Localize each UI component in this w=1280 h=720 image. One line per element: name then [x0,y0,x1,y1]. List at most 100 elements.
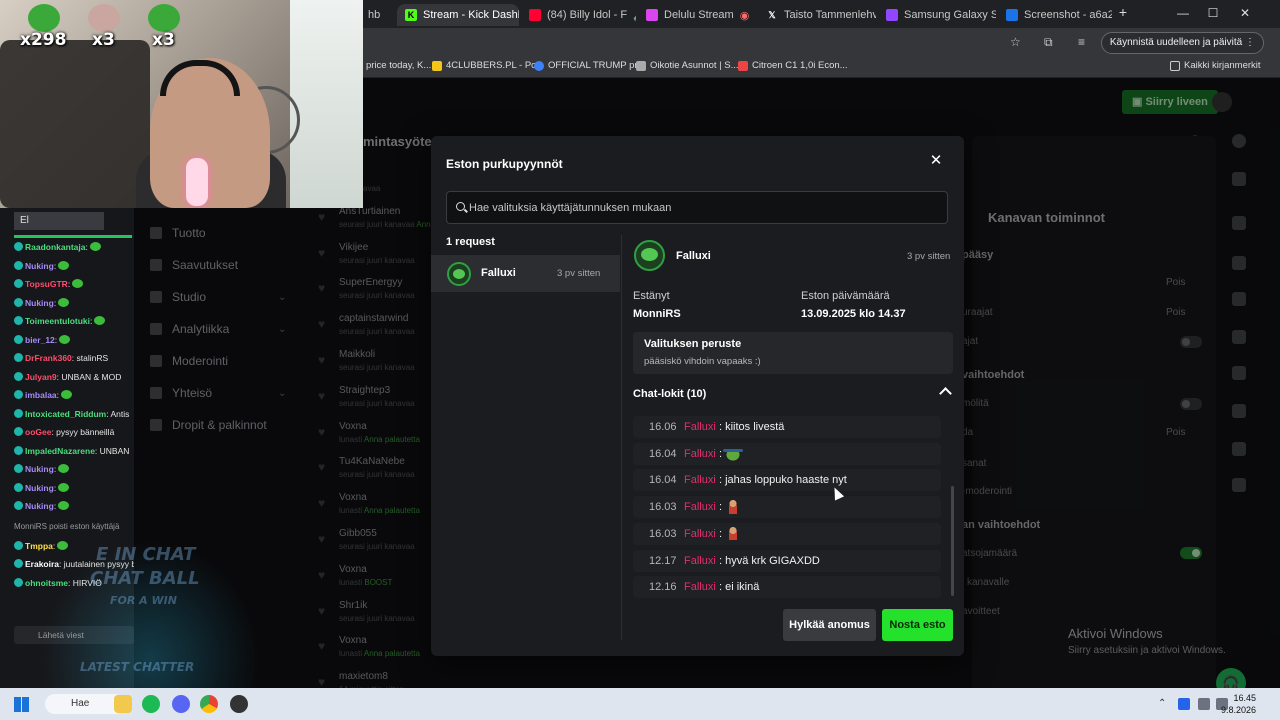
bookmark-label: 4CLUBBERS.PL - Po... [446,60,545,71]
tab-samsung[interactable]: Samsung Galaxy S2 ✕ [878,4,996,26]
tab-kick-dashboard[interactable]: K Stream - Kick Dashb ✕ [397,4,519,26]
chat-message: Raadonkantaja: [14,242,101,252]
chat-username[interactable]: Intoxicated_Riddum [25,409,106,419]
chat-header: El [14,212,104,230]
chat-username[interactable]: Nuking [25,464,54,474]
chat-username[interactable]: ooGee [25,427,51,437]
pepe-badge-icon [148,4,180,32]
webcam-stat: x3 [92,30,115,50]
chatlog-username[interactable]: Falluxi [684,555,716,567]
bookmark-item[interactable]: OFFICIAL TRUMP pr... [534,60,645,71]
chatlog-username[interactable]: Falluxi [684,581,716,593]
new-tab-button[interactable]: + [1108,4,1138,20]
all-bookmarks[interactable]: Kaikki kirjanmerkit [1170,60,1261,71]
chatlog-row: 16.06 Falluxi: kiitos livestä [633,416,941,438]
file-explorer-icon[interactable] [114,695,132,713]
clock-time: 16.45 [1233,693,1256,703]
webcam-overlay: x298 x3 x3 [0,0,363,208]
chat-username[interactable]: Nuking [25,483,54,493]
chatlog-time: 12.16 [649,581,677,594]
search-input[interactable] [469,192,939,223]
chat-system-message: MonniRS poisti eston käyttäjä [14,521,120,531]
detail-time: 3 pv sitten [907,251,951,262]
chat-message: Nuking: [14,501,70,511]
bookmark-star-icon[interactable]: ☆ [1010,35,1021,49]
taskbar-search[interactable]: Hae [45,694,125,714]
chrome-icon[interactable] [200,695,218,713]
discord-icon[interactable] [172,695,190,713]
tab-title: (84) Billy Idol - F [547,9,628,21]
minimize-button[interactable]: — [1168,6,1198,20]
user-badge-icon [14,501,23,510]
pepe-emote-icon [72,279,84,288]
chat-message: Nuking: [14,260,70,271]
close-icon[interactable]: ✕ [929,153,943,168]
chat-username[interactable]: Toimeentulotuki [25,316,90,326]
tab-youtube[interactable]: (84) Billy Idol - F 🔊 ✕ [521,4,636,26]
chevron-up-icon[interactable] [939,387,952,400]
tab-x[interactable]: 𝕏 Taisto Tammenlehvä ✕ [758,4,876,26]
avatar [447,262,471,286]
tab-delulu[interactable]: Delulu Stream ◉ ✕ [638,4,756,26]
chatlog-username[interactable]: Falluxi [684,421,716,433]
tab-close-icon[interactable]: ✕ [755,10,756,21]
tray-chevron-icon[interactable]: ⌃ [1158,698,1170,710]
extensions-icon[interactable]: ⧉ [1044,35,1053,50]
chat-username[interactable]: Raadonkantaja [25,242,85,252]
taskbar-clock[interactable]: 16.45 9.8.2026 [1221,692,1256,716]
delulu-icon [646,9,658,21]
close-window-button[interactable]: ✕ [1230,6,1260,20]
bookmark-item[interactable]: Oikotie Asunnot | S... [636,60,739,71]
chat-username[interactable]: bier_12 [25,335,55,345]
chat-username[interactable]: Nuking [25,261,54,271]
unban-button[interactable]: Nosta esto [882,609,953,641]
user-badge-icon [14,559,23,568]
tab-partial[interactable]: hb [360,4,394,26]
network-icon[interactable] [1198,698,1210,710]
chatlog-username[interactable]: Falluxi [684,474,716,486]
bookmark-item[interactable]: Citroen C1 1,0i Econ... [738,60,848,71]
microphone-icon[interactable] [1178,698,1190,710]
chat-message: Intoxicated_Riddum: Antis [14,408,129,419]
request-list-item[interactable]: Falluxi 3 pv sitten [431,255,620,292]
chatlog-username[interactable]: Falluxi [684,528,716,540]
chatlog-title: Chat-lokit (10) [633,388,707,400]
chat-username[interactable]: TopsuGTR [25,279,68,289]
tab-title: Taisto Tammenlehvä [784,9,876,21]
windows-start-icon[interactable] [14,697,29,712]
microphone-icon [186,158,208,206]
chatlog-username[interactable]: Falluxi [684,448,716,460]
search-icon [456,202,465,211]
overlay-text: FOR A WIN [110,594,177,607]
chat-username[interactable]: Nuking [25,501,54,511]
plinko-overlay: E IN CHAT CHAT BALL FOR A WIN LATEST CHA… [40,540,260,690]
chatlog-time: 16.04 [649,447,677,460]
tab-title: Samsung Galaxy S2 [904,9,996,21]
chatlog-time: 16.03 [649,501,677,514]
chat-username[interactable]: Julyan9 [25,372,57,382]
chat-username[interactable]: imbalaa [25,390,57,400]
chat-username[interactable]: ImpaledNazarene [25,446,95,456]
chatlog-username[interactable]: Falluxi [684,501,716,513]
pepe-emote-icon [723,445,743,462]
detail-username[interactable]: Falluxi [676,250,711,262]
clock-date: 9.8.2026 [1220,705,1256,715]
user-badge-icon [14,577,23,587]
chatlog-scrollbar[interactable] [951,486,954,596]
media-icon[interactable]: ≡ [1078,35,1085,49]
chat-username[interactable]: DrFrank360 [25,353,72,363]
tab-screenshot[interactable]: Screenshot - a6a24 ✕ [998,4,1112,26]
banned-by-value: MonniRS [633,308,681,320]
pepe-emote-icon [58,464,70,473]
bookmark-favicon-icon [534,60,544,71]
maximize-button[interactable]: ☐ [1198,6,1228,20]
chatlog-message: : [719,447,723,460]
restart-update-button[interactable]: Käynnistä uudelleen ja päivitä ⋮ [1100,32,1264,54]
obs-icon[interactable] [230,695,248,713]
bookmark-item[interactable]: price today, K... [366,60,431,71]
chat-username[interactable]: Nuking [25,298,54,308]
reject-appeal-button[interactable]: Hylkää anomus [783,609,876,641]
bookmark-item[interactable]: 4CLUBBERS.PL - Po... [432,60,544,71]
chatlog-message: : hyvä krk GIGAXDD [719,554,820,567]
spotify-icon[interactable] [142,695,160,713]
